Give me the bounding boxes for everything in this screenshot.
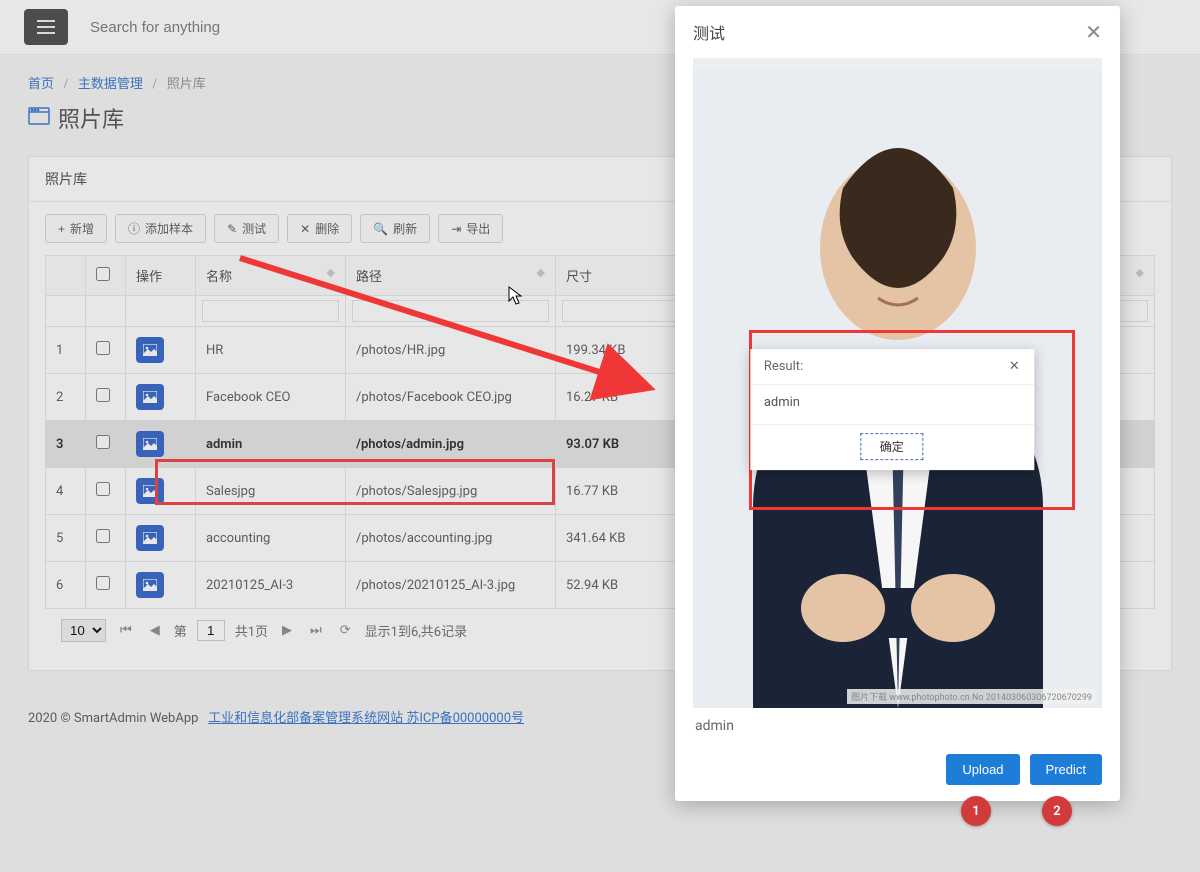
- result-close-button[interactable]: ✕: [1009, 359, 1020, 374]
- row-action-button[interactable]: [136, 478, 164, 504]
- annotation-badge-2: 2: [1042, 796, 1072, 826]
- row-checkbox[interactable]: [96, 482, 110, 496]
- row-checkbox[interactable]: [96, 529, 110, 543]
- predict-button[interactable]: Predict: [1030, 754, 1102, 785]
- row-path: /photos/HR.jpg: [346, 327, 556, 374]
- total-pages: 共1页: [235, 621, 268, 640]
- image-icon: [143, 485, 157, 497]
- image-icon: [143, 532, 157, 544]
- last-page[interactable]: ⏭: [306, 623, 326, 638]
- row-index: 1: [46, 327, 86, 374]
- row-index: 6: [46, 562, 86, 609]
- delete-button[interactable]: ✕删除: [287, 214, 352, 243]
- col-path[interactable]: 路径◆: [346, 256, 556, 296]
- result-ok-button[interactable]: 确定: [861, 433, 923, 460]
- row-index: 2: [46, 374, 86, 421]
- row-checkbox[interactable]: [96, 341, 110, 355]
- row-path: /photos/accounting.jpg: [346, 515, 556, 562]
- export-button[interactable]: ⇥导出: [438, 214, 503, 243]
- refresh-button[interactable]: 🔍刷新: [360, 214, 430, 243]
- test-button[interactable]: ✎测试: [214, 214, 279, 243]
- result-dialog: Result: ✕ admin 确定: [750, 349, 1034, 470]
- export-icon: ⇥: [451, 222, 461, 236]
- plus-icon: +: [58, 222, 65, 236]
- col-op[interactable]: 操作: [126, 256, 196, 296]
- row-name: accounting: [196, 515, 346, 562]
- row-index: 5: [46, 515, 86, 562]
- close-icon: ✕: [300, 222, 310, 236]
- annotation-badge-1: 1: [961, 796, 991, 826]
- next-page[interactable]: ▶: [278, 623, 296, 638]
- checkbox-all[interactable]: [96, 267, 110, 281]
- image-icon: [143, 579, 157, 591]
- page-title-text: 照片库: [58, 102, 124, 134]
- row-action-button[interactable]: [136, 384, 164, 410]
- pagesize-select[interactable]: 10: [61, 619, 106, 642]
- result-title: Result:: [764, 359, 803, 374]
- menu-toggle-button[interactable]: [24, 9, 68, 45]
- filter-name[interactable]: [202, 300, 339, 322]
- row-action-button[interactable]: [136, 431, 164, 457]
- row-name: HR: [196, 327, 346, 374]
- breadcrumb-l2: 照片库: [167, 77, 206, 92]
- row-path: /photos/admin.jpg: [346, 421, 556, 468]
- reload-icon[interactable]: ⟳: [336, 623, 355, 638]
- filter-path[interactable]: [352, 300, 549, 322]
- add-button[interactable]: +新增: [45, 214, 107, 243]
- photo-preview: 图片下载 www.photophoto.cn No 20140306030672…: [693, 58, 1102, 708]
- image-icon: [143, 438, 157, 450]
- row-checkbox[interactable]: [96, 388, 110, 402]
- hamburger-icon: [37, 20, 55, 34]
- result-value: admin: [750, 385, 1034, 424]
- search-input[interactable]: [90, 19, 390, 36]
- breadcrumb-home[interactable]: 首页: [28, 77, 54, 92]
- image-icon: [143, 391, 157, 403]
- row-action-button[interactable]: [136, 572, 164, 598]
- row-action-button[interactable]: [136, 525, 164, 551]
- footer-copy: 2020 © SmartAdmin WebApp: [28, 711, 198, 726]
- prev-page[interactable]: ◀: [146, 623, 164, 638]
- row-path: /photos/Facebook CEO.jpg: [346, 374, 556, 421]
- row-action-button[interactable]: [136, 337, 164, 363]
- modal-title: 测试: [693, 20, 725, 44]
- test-modal: 测试 ✕ 图片下载 www.photophoto.cn No 201403060…: [675, 6, 1120, 801]
- breadcrumb-l1[interactable]: 主数据管理: [78, 77, 143, 92]
- row-path: /photos/Salesjpg.jpg: [346, 468, 556, 515]
- info-icon: ⓘ: [128, 220, 140, 237]
- row-index: 4: [46, 468, 86, 515]
- row-checkbox[interactable]: [96, 435, 110, 449]
- row-name: Salesjpg: [196, 468, 346, 515]
- footer-link[interactable]: 工业和信息化部备案管理系统网站 苏ICP备00000000号: [208, 711, 524, 726]
- row-index: 3: [46, 421, 86, 468]
- row-checkbox[interactable]: [96, 576, 110, 590]
- row-name: 20210125_AI-3: [196, 562, 346, 609]
- page-input[interactable]: [197, 620, 225, 641]
- upload-button[interactable]: Upload: [946, 754, 1019, 785]
- photo-name: admin: [693, 708, 1102, 738]
- pager-label: 第: [174, 621, 187, 640]
- row-name: Facebook CEO: [196, 374, 346, 421]
- sample-button[interactable]: ⓘ添加样本: [115, 214, 206, 243]
- edit-icon: ✎: [227, 222, 237, 236]
- watermark: 图片下载 www.photophoto.cn No 20140306030672…: [847, 689, 1096, 704]
- modal-close-button[interactable]: ✕: [1085, 20, 1102, 44]
- search-icon: 🔍: [373, 222, 388, 236]
- row-path: /photos/20210125_AI-3.jpg: [346, 562, 556, 609]
- image-icon: [143, 344, 157, 356]
- first-page[interactable]: ⏮: [116, 623, 136, 638]
- row-name: admin: [196, 421, 346, 468]
- pager-info: 显示1到6,共6记录: [365, 621, 467, 640]
- window-icon: [28, 106, 50, 131]
- col-name[interactable]: 名称◆: [196, 256, 346, 296]
